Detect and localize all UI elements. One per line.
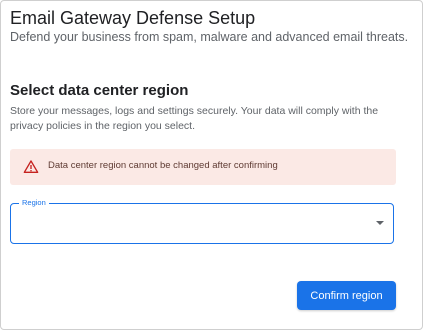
setup-card: Email Gateway Defense Setup Defend your … — [0, 0, 423, 330]
section-description: Store your messages, logs and settings s… — [10, 105, 379, 132]
section-title: Select data center region — [10, 82, 189, 99]
confirm-region-button[interactable]: Confirm region — [297, 281, 396, 310]
warning-text: Data center region cannot be changed aft… — [48, 160, 278, 171]
warning-banner: Data center region cannot be changed aft… — [10, 149, 396, 185]
dropdown-arrow-icon[interactable] — [376, 221, 384, 225]
region-select-label: Region — [19, 198, 49, 207]
page-title: Email Gateway Defense Setup — [10, 8, 256, 28]
warning-triangle-icon — [23, 160, 39, 173]
region-select[interactable]: Region — [10, 198, 394, 244]
page-subtitle: Defend your business from spam, malware … — [10, 30, 409, 44]
